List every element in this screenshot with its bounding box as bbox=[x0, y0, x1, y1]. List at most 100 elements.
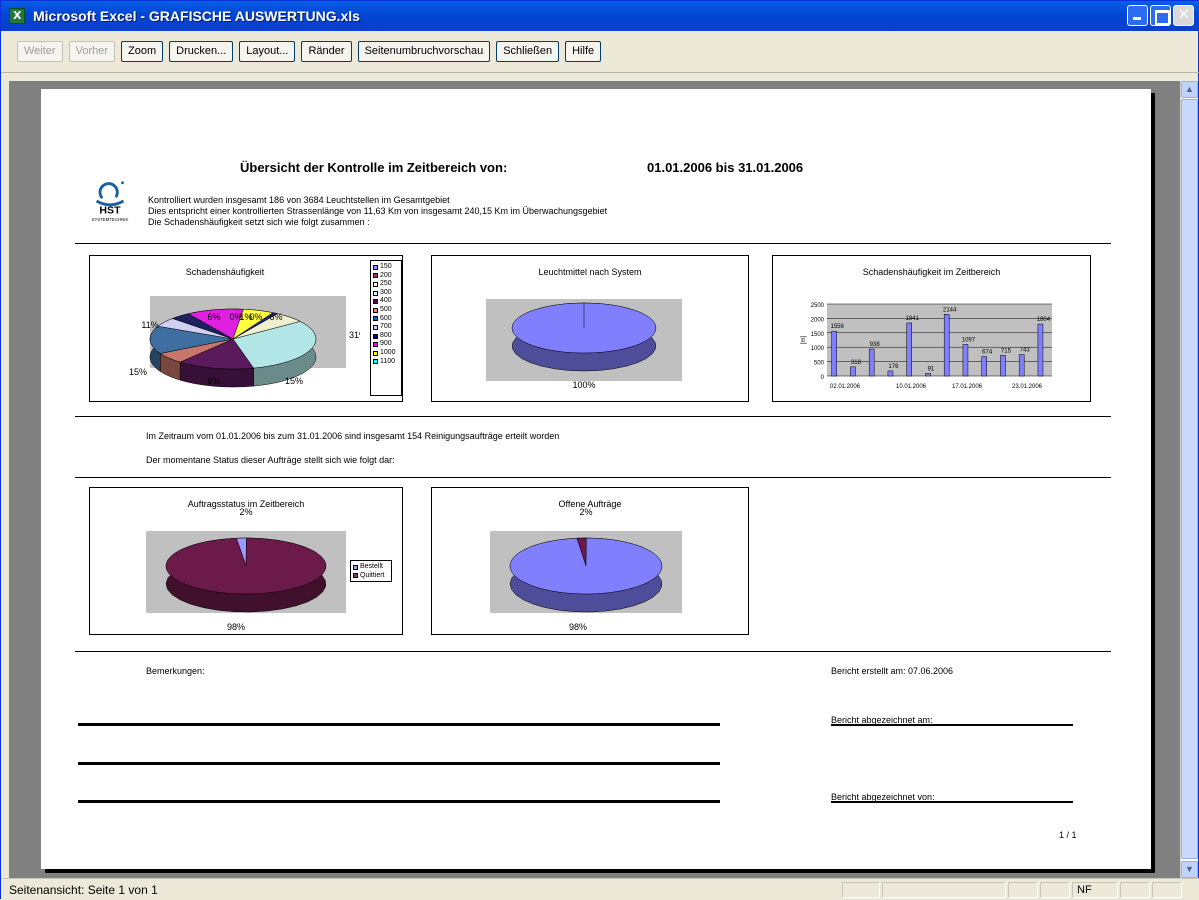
legend-swatch bbox=[373, 350, 378, 356]
scroll-down-arrow[interactable]: ▼ bbox=[1181, 861, 1198, 878]
x-tick-label: 23.01.2006 bbox=[1012, 384, 1043, 390]
intro-line-3: Die Schadenshäufigkeit setzt sich wie fo… bbox=[148, 217, 370, 227]
divider-4 bbox=[75, 651, 1111, 652]
chart-leuchtmittel[interactable]: Leuchtmittel nach System 100% bbox=[431, 255, 749, 402]
y-axis-label: [m] bbox=[801, 336, 807, 345]
page-break-preview-button[interactable]: Seitenumbruchvorschau bbox=[357, 41, 491, 62]
chart-schadenshaeufigkeit[interactable]: Schadenshäufigkeit 31%15%6%15%5%4%11%6%0… bbox=[89, 255, 403, 402]
bar bbox=[887, 370, 894, 377]
legend-swatch bbox=[373, 316, 378, 322]
legend-label: 400 bbox=[380, 297, 392, 305]
bar-data-label: 674 bbox=[982, 350, 993, 356]
legend-label: 700 bbox=[380, 323, 392, 331]
x-tick-label: 10.01.2006 bbox=[896, 384, 927, 390]
logo-text: HST bbox=[99, 205, 121, 217]
help-button[interactable]: Hilfe bbox=[565, 41, 602, 62]
close-preview-button[interactable]: Schließen bbox=[496, 41, 560, 62]
layout-button[interactable]: Layout... bbox=[239, 41, 296, 62]
scroll-thumb[interactable] bbox=[1181, 99, 1198, 859]
num-lock-indicator: NF bbox=[1072, 882, 1118, 898]
pie-chart-5: 2% 98% bbox=[509, 507, 663, 632]
chart-legend: 150 200 250 300 400 500 600 700 800 900 1000 1100 bbox=[370, 260, 402, 396]
status-text: Seitenansicht: Seite 1 von 1 bbox=[9, 882, 158, 897]
margins-button[interactable]: Ränder bbox=[301, 41, 352, 62]
intro-line-1: Kontrolliert wurden insgesamt 186 von 36… bbox=[148, 195, 450, 205]
status-panel bbox=[1040, 882, 1070, 898]
legend-entry: 500 bbox=[373, 306, 399, 315]
title-bar[interactable]: Microsoft Excel - GRAFISCHE AUSWERTUNG.x… bbox=[1, 1, 1199, 31]
print-page: HST SYSTEMTECHNIK Übersicht der Kontroll… bbox=[41, 89, 1151, 869]
scroll-up-arrow[interactable]: ▲ bbox=[1181, 81, 1198, 98]
remarks-line-2 bbox=[78, 762, 720, 765]
excel-app-icon[interactable] bbox=[9, 8, 25, 24]
status-panel bbox=[1008, 882, 1038, 898]
data-label: 15% bbox=[285, 376, 303, 386]
legend-label: Bestellt bbox=[360, 563, 383, 570]
chart-auftragsstatus[interactable]: Auftragsstatus im Zeitbereich 2% 98% Best… bbox=[89, 487, 403, 635]
legend-swatch bbox=[373, 333, 378, 339]
maximize-button[interactable] bbox=[1150, 5, 1171, 26]
data-label: 98% bbox=[227, 622, 245, 632]
zoom-button[interactable]: Zoom bbox=[121, 41, 164, 62]
remarks-label: Bemerkungen: bbox=[146, 666, 205, 676]
data-label: 100% bbox=[572, 380, 595, 390]
middle-line-2: Der momentane Status dieser Aufträge ste… bbox=[146, 455, 395, 465]
legend-entry: Quittiert bbox=[353, 572, 389, 581]
legend-label: 500 bbox=[380, 305, 392, 313]
y-tick-label: 0 bbox=[821, 375, 825, 381]
legend-swatch bbox=[353, 564, 358, 570]
bar-data-label: 715 bbox=[1001, 348, 1012, 354]
logo-subtext: SYSTEMTECHNIK bbox=[92, 217, 129, 222]
legend-swatch bbox=[373, 307, 378, 313]
signature-line-date bbox=[831, 724, 1073, 726]
legend-swatch bbox=[373, 281, 378, 287]
vertical-scrollbar[interactable]: ▲ ▼ bbox=[1180, 81, 1198, 878]
pie-chart-2: 100% bbox=[511, 302, 657, 390]
legend-label: 300 bbox=[380, 288, 392, 296]
legend-swatch bbox=[373, 342, 378, 348]
data-label: 2% bbox=[579, 507, 592, 517]
page-number: 1 / 1 bbox=[1059, 830, 1077, 840]
close-button[interactable] bbox=[1173, 5, 1194, 26]
print-button[interactable]: Drucken... bbox=[169, 41, 234, 62]
x-tick-label: 02.01.2006 bbox=[830, 384, 861, 390]
legend-entry: 700 bbox=[373, 323, 399, 332]
bar bbox=[1018, 354, 1025, 377]
data-label: 31% bbox=[349, 330, 360, 340]
bar-chart: 2500 2000 1500 1000 500 0 [m] 1556 318 938 176 1841… bbox=[801, 303, 1052, 390]
legend-entry: 300 bbox=[373, 289, 399, 298]
chart-offene-auftraege[interactable]: Offene Aufträge 2% 98% bbox=[431, 487, 749, 635]
legend-label: 1000 bbox=[380, 348, 396, 356]
next-page-button[interactable]: Weiter bbox=[17, 41, 63, 62]
data-label: 98% bbox=[569, 622, 587, 632]
minimize-button[interactable] bbox=[1127, 5, 1148, 26]
legend-entry: 800 bbox=[373, 332, 399, 341]
status-panel bbox=[1152, 882, 1182, 898]
created-label: Bericht erstellt am: 07.06.2006 bbox=[831, 666, 954, 676]
previous-page-button[interactable]: Vorher bbox=[68, 41, 116, 62]
remarks-line-3 bbox=[78, 800, 720, 803]
legend-label: 600 bbox=[380, 314, 392, 322]
legend-entry: 600 bbox=[373, 315, 399, 324]
intro-line-2: Dies entspricht einer kontrollierten Str… bbox=[148, 206, 608, 216]
data-label: 15% bbox=[130, 367, 147, 377]
legend-entry: 200 bbox=[373, 272, 399, 281]
bar-data-label: 1841 bbox=[906, 316, 920, 322]
legend-label: 200 bbox=[380, 271, 392, 279]
data-label: 6% bbox=[207, 376, 220, 386]
chart-title: Leuchtmittel nach System bbox=[538, 267, 642, 277]
legend-entry: 1100 bbox=[373, 358, 399, 367]
legend-swatch bbox=[373, 264, 378, 270]
bar bbox=[943, 314, 950, 377]
data-label: 0% bbox=[249, 312, 262, 322]
y-tick-label: 2500 bbox=[811, 303, 825, 309]
report-title: Übersicht der Kontrolle im Zeitbereich v… bbox=[240, 160, 508, 175]
chart-schadenshaeufigkeit-zeitbereich[interactable]: Schadenshäufigkeit im Zeitbereich 2500 20… bbox=[772, 255, 1091, 402]
bar bbox=[962, 344, 969, 377]
bar-data-label: 1804 bbox=[1037, 317, 1051, 323]
print-preview-toolbar: Weiter Vorher Zoom Drucken... Layout... … bbox=[1, 31, 1199, 73]
divider-1 bbox=[75, 243, 1111, 244]
bar-data-label: 1097 bbox=[962, 337, 976, 343]
status-panel bbox=[1120, 882, 1150, 898]
data-label: 11% bbox=[141, 320, 158, 330]
